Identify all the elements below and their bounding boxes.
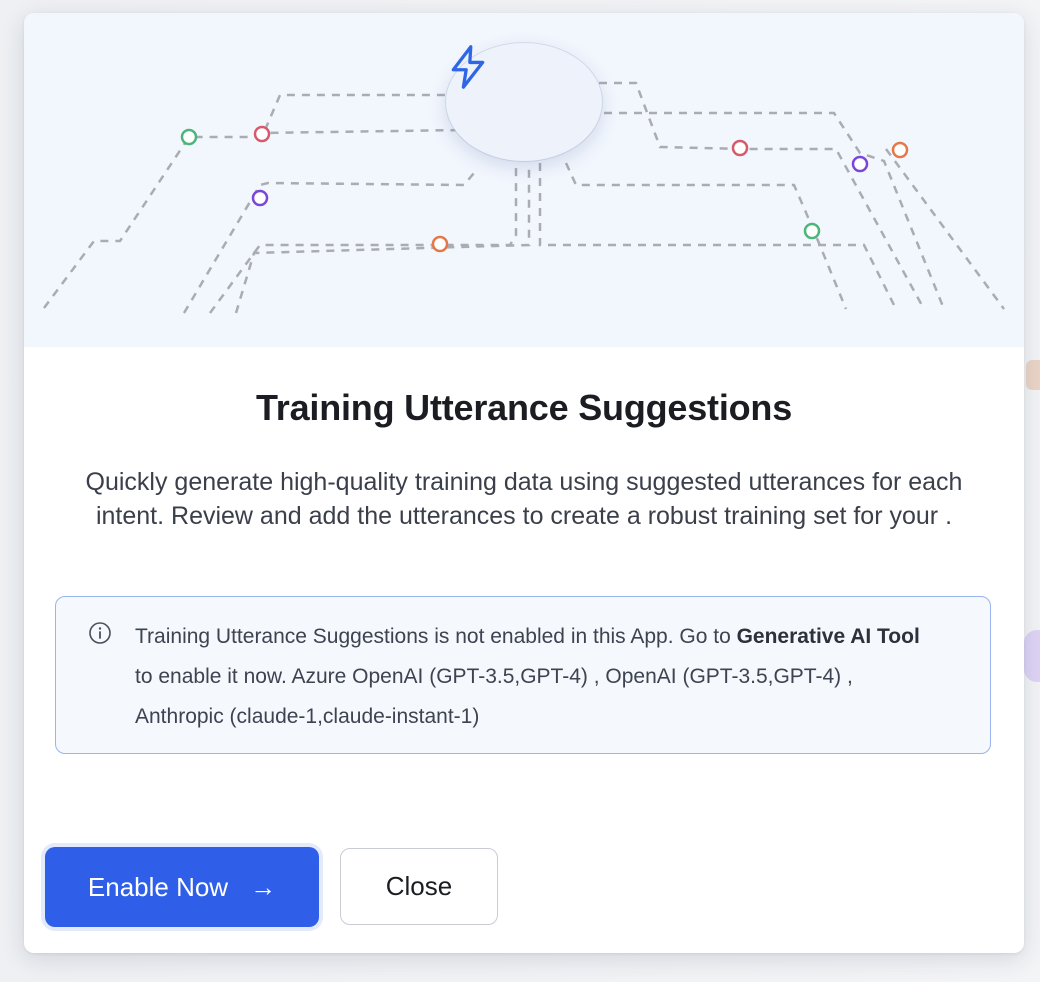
training-suggestions-modal: Training Utterance Suggestions Quickly g… — [24, 13, 1024, 953]
info-text-after: to enable it now. Azure OpenAI (GPT-3.5,… — [135, 665, 853, 728]
lightning-bolt-icon — [451, 45, 485, 89]
node-orange — [891, 141, 909, 159]
background-content — [1024, 630, 1040, 682]
hero-illustration — [24, 13, 1024, 347]
arrow-right-icon: → — [250, 871, 277, 902]
node-orange — [431, 235, 449, 253]
modal-description: Quickly generate high-quality training d… — [85, 468, 963, 530]
info-text-before: Training Utterance Suggestions is not en… — [135, 625, 737, 648]
node-red — [731, 139, 749, 157]
node-red — [253, 125, 271, 143]
node-purple — [851, 155, 869, 173]
enable-now-label: Enable Now — [87, 871, 229, 902]
info-message: Training Utterance Suggestions is not en… — [135, 617, 935, 737]
node-purple — [251, 189, 269, 207]
generative-ai-tool-link[interactable]: Generative AI Tool — [737, 625, 920, 648]
node-green — [180, 128, 198, 146]
info-notice: Training Utterance Suggestions is not en… — [55, 596, 991, 754]
bolt-badge — [446, 43, 602, 161]
close-button[interactable]: Close — [340, 848, 498, 925]
node-green — [803, 222, 821, 240]
close-label: Close — [385, 871, 453, 901]
info-circle-icon — [89, 622, 111, 644]
background-content — [1026, 360, 1040, 390]
modal-title: Training Utterance Suggestions — [255, 387, 793, 428]
enable-now-button[interactable]: Enable Now → — [45, 847, 319, 927]
